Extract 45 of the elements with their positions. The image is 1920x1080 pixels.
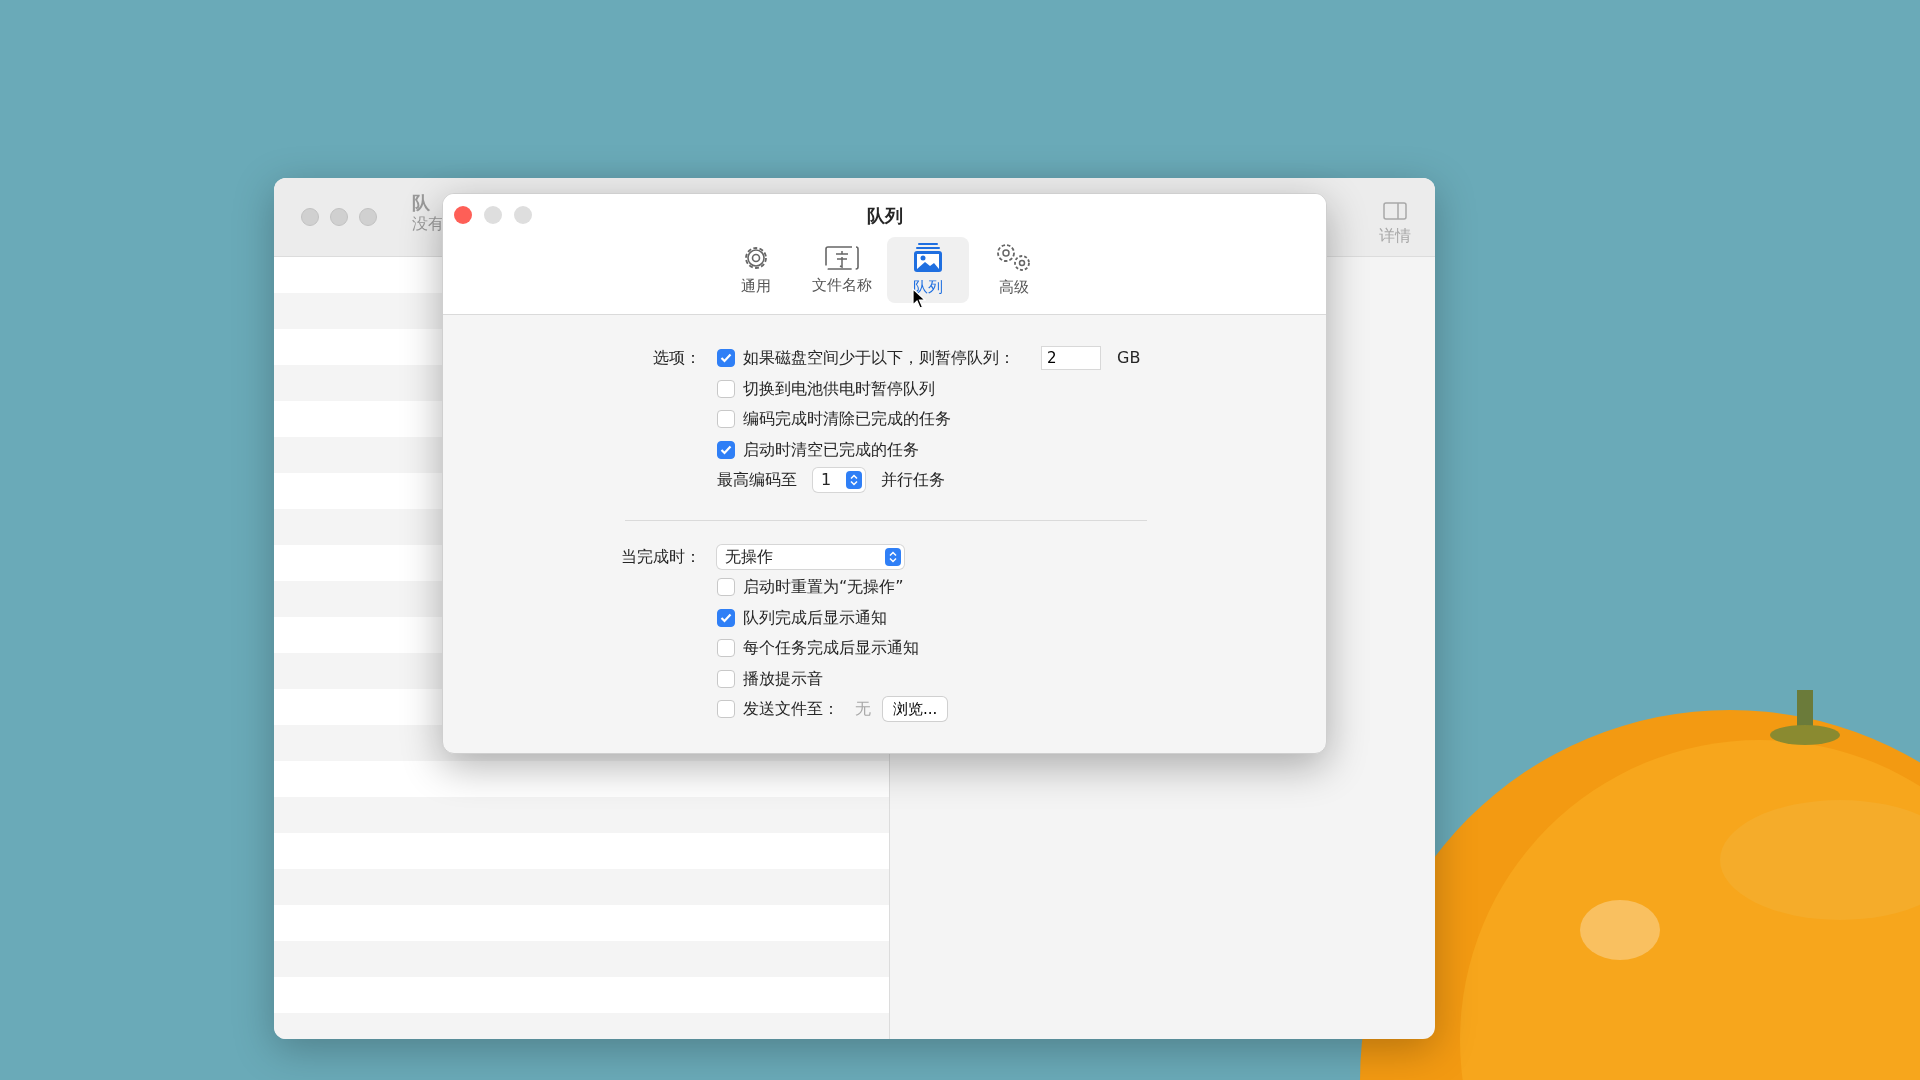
checkbox-label: 队列完成后显示通知 — [743, 606, 887, 629]
checkbox-label: 播放提示音 — [743, 667, 823, 690]
browse-button[interactable]: 浏览... — [883, 697, 948, 722]
input-field[interactable]: 2 — [1041, 346, 1101, 371]
path-label: 无 — [855, 698, 871, 721]
popup-menu[interactable]: 无操作 — [717, 544, 904, 569]
checkbox[interactable] — [717, 379, 735, 398]
close-button[interactable] — [301, 208, 319, 226]
checkbox[interactable] — [717, 608, 735, 627]
number-stepper[interactable]: 1 — [813, 468, 865, 493]
section-label: 当完成时： — [620, 545, 701, 568]
checkbox[interactable] — [717, 669, 735, 688]
checkbox-label: 每个任务完成后显示通知 — [743, 637, 919, 660]
minimize-button[interactable] — [330, 208, 348, 226]
checkbox[interactable] — [717, 639, 735, 658]
close-button[interactable] — [454, 206, 472, 224]
checkbox-label: 切换到电池供电时暂停队列 — [743, 377, 935, 400]
section-label: 选项： — [652, 347, 701, 370]
checkbox-label: 如果磁盘空间少于以下，则暂停队列： — [743, 347, 1015, 370]
toolbar-tab[interactable]: 文件名称 — [800, 237, 883, 303]
checkbox[interactable] — [717, 440, 735, 459]
toolbar-tab[interactable]: 通用 — [714, 237, 797, 303]
checkbox[interactable] — [717, 349, 735, 368]
popup-arrows-icon — [885, 547, 901, 566]
window-title: 队 — [412, 191, 431, 215]
checkbox[interactable] — [717, 700, 735, 719]
window-subtitle: 没有 — [412, 214, 444, 235]
toolbar-tab[interactable]: 高级 — [972, 237, 1055, 303]
zoom-button[interactable] — [359, 208, 377, 226]
dialog-title: 队列 — [866, 205, 903, 226]
stepper-label: 最高编码至 — [717, 469, 797, 492]
checkbox[interactable] — [717, 578, 735, 597]
character-icon — [823, 243, 860, 272]
checkbox[interactable] — [717, 410, 735, 429]
minimize-button[interactable] — [484, 206, 502, 224]
stepper-suffix: 并行任务 — [881, 469, 945, 492]
photo-stack-icon — [911, 241, 944, 274]
unit-label: GB — [1117, 347, 1141, 370]
checkbox-label: 启动时清空已完成的任务 — [743, 438, 919, 461]
stepper-arrows-icon — [846, 471, 862, 490]
zoom-button[interactable] — [514, 206, 532, 224]
sidebar-icon — [1383, 202, 1407, 220]
checkbox-label: 编码完成时清除已完成的任务 — [743, 408, 951, 431]
checkbox-label: 启动时重置为“无操作” — [743, 576, 904, 599]
checkbox-label: 发送文件至： — [743, 698, 839, 721]
